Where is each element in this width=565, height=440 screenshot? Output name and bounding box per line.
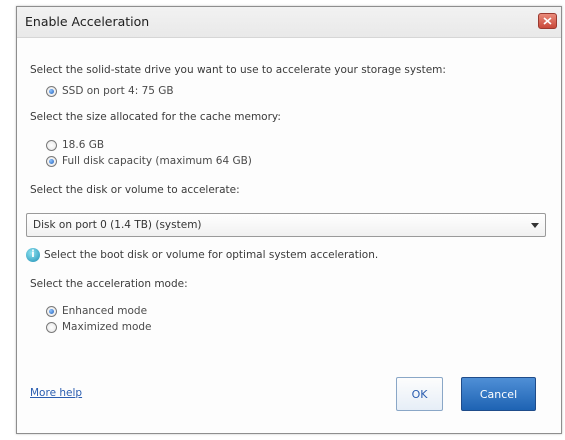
radio-label: Full disk capacity (maximum 64 GB): [62, 155, 252, 167]
cache-prompt: Select the size allocated for the cache …: [30, 111, 281, 123]
radio-enhanced-mode[interactable]: Enhanced mode: [46, 304, 147, 318]
volume-selected-value: Disk on port 0 (1.4 TB) (system): [33, 219, 202, 231]
radio-label: Maximized mode: [62, 321, 152, 333]
volume-hint-text: Select the boot disk or volume for optim…: [44, 249, 379, 261]
radio-label: Enhanced mode: [62, 305, 148, 317]
radio-label: 18.6 GB: [62, 139, 105, 151]
close-button[interactable]: [538, 13, 557, 29]
ssd-prompt: Select the solid-state drive you want to…: [30, 64, 446, 76]
radio-ssd-port4[interactable]: SSD on port 4: 75 GB: [46, 84, 174, 98]
info-icon: i: [26, 248, 40, 262]
ok-button[interactable]: OK: [396, 377, 443, 411]
volume-prompt: Select the disk or volume to accelerate:: [30, 184, 240, 196]
mode-prompt: Select the acceleration mode:: [30, 278, 188, 290]
dialog-title: Enable Acceleration: [25, 14, 150, 29]
radio-button[interactable]: [46, 85, 57, 97]
title-bar: Enable Acceleration: [17, 7, 561, 38]
more-help-link[interactable]: More help: [30, 387, 82, 399]
radio-button[interactable]: [46, 305, 57, 317]
dialog-content: Select the solid-state drive you want to…: [17, 37, 561, 433]
close-icon: [543, 17, 552, 25]
cancel-button[interactable]: Cancel: [461, 377, 536, 411]
enable-acceleration-dialog: Enable Acceleration Select the solid-sta…: [16, 6, 562, 434]
chevron-down-icon: [531, 223, 539, 228]
volume-hint: i Select the boot disk or volume for opt…: [26, 247, 378, 263]
radio-button[interactable]: [46, 139, 57, 151]
volume-dropdown[interactable]: Disk on port 0 (1.4 TB) (system): [26, 213, 546, 237]
radio-cache-18-6gb[interactable]: 18.6 GB: [46, 138, 104, 152]
radio-label: SSD on port 4: 75 GB: [62, 85, 174, 97]
radio-button[interactable]: [46, 321, 57, 333]
radio-button[interactable]: [46, 155, 57, 167]
radio-cache-full-disk[interactable]: Full disk capacity (maximum 64 GB): [46, 154, 252, 168]
radio-maximized-mode[interactable]: Maximized mode: [46, 320, 152, 334]
